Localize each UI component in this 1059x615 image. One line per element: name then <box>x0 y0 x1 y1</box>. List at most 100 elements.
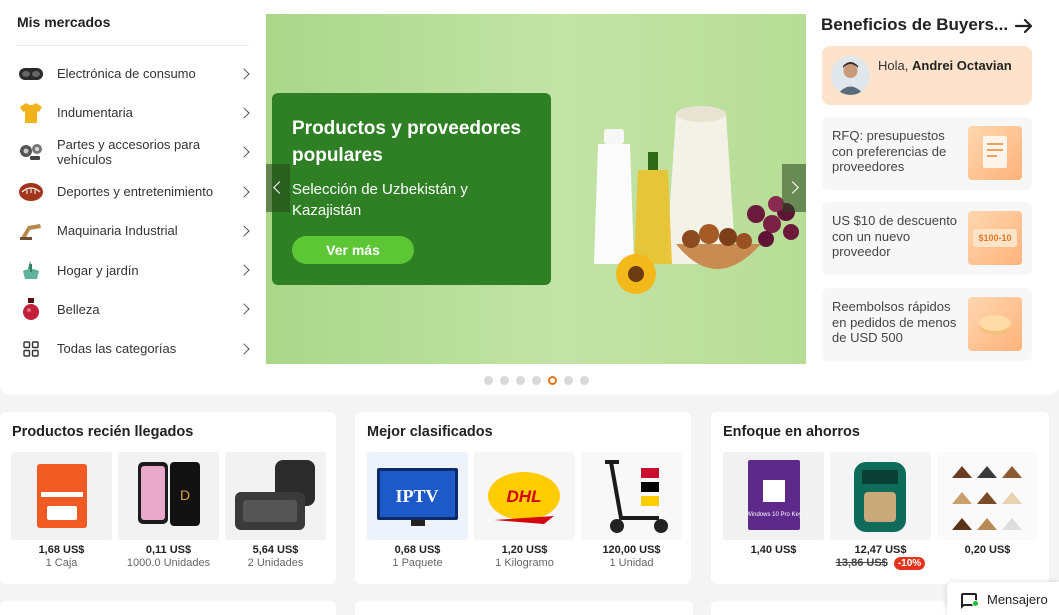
carousel-dot[interactable] <box>532 376 541 385</box>
banner-next-arrow-icon[interactable] <box>782 164 806 212</box>
product-card[interactable]: DHL 1,20 US$ 1 Kilogramo <box>474 452 575 569</box>
discount-badge: -10% <box>893 557 926 570</box>
section-title[interactable]: Productos recién llegados <box>12 424 193 440</box>
sports-ball-icon <box>17 178 45 206</box>
product-image-text: Windows 10 Pro Key <box>746 512 802 518</box>
product-image[interactable]: IPTV <box>367 452 468 540</box>
product-card[interactable]: 0,20 US$ <box>937 452 1038 556</box>
product-price: 0,68 US$ <box>394 544 441 556</box>
product-card[interactable]: 1,68 US$ 1 Caja <box>11 452 112 569</box>
product-card[interactable]: IPTV 0,68 US$ 1 Paquete <box>367 452 468 569</box>
product-price: 1,20 US$ <box>501 544 548 556</box>
market-item-vehicle-parts[interactable]: Partes y accesorios para vehículos <box>0 133 266 172</box>
market-item-home-garden[interactable]: Hogar y jardín <box>0 250 266 289</box>
market-label: Indumentaria <box>57 105 133 121</box>
user-greeting-card: Hola, Andrei Octavian <box>822 46 1032 105</box>
market-item-all-categories[interactable]: Todas las categorías <box>0 329 266 368</box>
market-label: Hogar y jardín <box>57 262 139 278</box>
product-price: 120,00 US$ <box>602 544 661 556</box>
banner-product-illustration <box>594 106 799 294</box>
carousel-dot-active[interactable] <box>548 376 557 385</box>
chevron-right-icon <box>238 107 250 119</box>
product-card[interactable]: 12,47 US$ 13,86 US$ -10% <box>830 452 931 570</box>
market-item-apparel[interactable]: Indumentaria <box>0 93 266 132</box>
section-new-arrivals: Productos recién llegados 1,68 US$ 1 Caj… <box>0 412 336 584</box>
product-card[interactable]: 5,64 US$ 2 Unidades <box>225 452 326 569</box>
banner-card: Productos y proveedores populares Selecc… <box>272 93 551 285</box>
product-unit: 1 Unidad <box>609 557 654 569</box>
markets-nav: Mis mercados Electrónica de consumo Indu… <box>0 0 266 395</box>
product-image-text: IPTV <box>395 486 438 506</box>
chevron-right-icon <box>238 146 250 158</box>
carousel-dot[interactable] <box>580 376 589 385</box>
messenger-button[interactable]: Mensajero <box>947 582 1059 615</box>
carousel-dot[interactable] <box>500 376 509 385</box>
product-card[interactable]: 120,00 US$ 1 Unidad <box>581 452 682 569</box>
svg-text:D: D <box>180 487 190 503</box>
carousel-dots <box>484 376 589 385</box>
tshirt-icon <box>17 99 45 127</box>
perfume-icon <box>17 295 45 323</box>
promo-banner[interactable]: Productos y proveedores populares Selecc… <box>266 14 806 364</box>
messenger-label: Mensajero <box>987 592 1048 607</box>
coupon-icon: $100-10 <box>968 211 1022 265</box>
product-image[interactable] <box>225 452 326 540</box>
product-unit: 1 Paquete <box>392 557 443 569</box>
product-image[interactable] <box>11 452 112 540</box>
product-image[interactable]: DHL <box>474 452 575 540</box>
product-price: 5,64 US$ <box>252 544 299 556</box>
banner-subtitle: Selección de Uzbekistán y Kazajistán <box>292 181 468 219</box>
product-price: 0,11 US$ <box>145 544 192 556</box>
section-savings: Enfoque en ahorros Windows 10 Pro Key 1,… <box>711 412 1049 584</box>
machinery-icon <box>17 217 45 245</box>
section-title[interactable]: Mejor clasificados <box>367 424 493 440</box>
benefit-text: Reembolsos rápidos en pedidos de menos d… <box>832 299 957 346</box>
chevron-right-icon <box>238 67 250 80</box>
greeting-text: Hola, Andrei Octavian <box>878 58 1012 73</box>
product-image[interactable]: Windows 10 Pro Key <box>723 452 824 540</box>
greeting-prefix: Hola, <box>878 58 909 73</box>
refund-coin-icon <box>968 297 1022 351</box>
benefit-card-rfq[interactable]: RFQ: presupuestos con preferencias de pr… <box>822 117 1032 190</box>
markets-title: Mis mercados <box>17 14 111 30</box>
arrow-right-icon[interactable] <box>1014 16 1034 36</box>
carousel-dot[interactable] <box>516 376 525 385</box>
section-top-rated: Mejor clasificados IPTV 0,68 US$ 1 Paque… <box>355 412 691 584</box>
product-image[interactable] <box>937 452 1038 540</box>
section-partial <box>355 601 693 615</box>
banner-prev-arrow-icon[interactable] <box>266 164 290 212</box>
market-item-sports[interactable]: Deportes y entretenimiento <box>0 172 266 211</box>
carousel-dot[interactable] <box>564 376 573 385</box>
product-image[interactable]: D <box>118 452 219 540</box>
chevron-right-icon <box>238 343 250 355</box>
user-name: Andrei Octavian <box>911 58 1012 73</box>
section-partial <box>0 601 336 615</box>
old-price: 13,86 US$ <box>835 557 888 569</box>
product-image[interactable] <box>830 452 931 540</box>
product-image[interactable] <box>581 452 682 540</box>
benefit-card-discount[interactable]: US $10 de descuento con un nuevo proveed… <box>822 202 1032 275</box>
product-card[interactable]: D 0,11 US$ 1000.0 Unidades <box>118 452 219 569</box>
chevron-right-icon <box>238 185 250 198</box>
rfq-document-icon <box>968 126 1022 180</box>
ver-mas-button[interactable]: Ver más <box>292 236 414 264</box>
benefit-card-refunds[interactable]: Reembolsos rápidos en pedidos de menos d… <box>822 288 1032 361</box>
carousel-dot[interactable] <box>484 376 493 385</box>
market-label: Electrónica de consumo <box>57 66 196 82</box>
benefit-text: RFQ: presupuestos con preferencias de pr… <box>832 128 947 175</box>
market-item-beauty[interactable]: Belleza <box>0 290 266 329</box>
product-unit: 2 Unidades <box>247 557 304 569</box>
chevron-right-icon <box>238 264 250 276</box>
product-card[interactable]: Windows 10 Pro Key 1,40 US$ <box>723 452 824 556</box>
product-image-text: DHL <box>507 487 542 506</box>
market-item-electronics[interactable]: Electrónica de consumo <box>0 54 266 93</box>
section-title[interactable]: Enfoque en ahorros <box>723 424 860 440</box>
car-parts-icon <box>17 138 45 166</box>
divider <box>17 45 249 46</box>
market-item-machinery[interactable]: Maquinaria Industrial <box>0 211 266 250</box>
benefits-title[interactable]: Beneficios de Buyers... <box>821 15 1008 35</box>
garden-tools-icon <box>17 256 45 284</box>
market-label: Partes y accesorios para vehículos <box>57 137 201 168</box>
market-label: Belleza <box>57 301 100 317</box>
market-label: Todas las categorías <box>57 341 177 357</box>
